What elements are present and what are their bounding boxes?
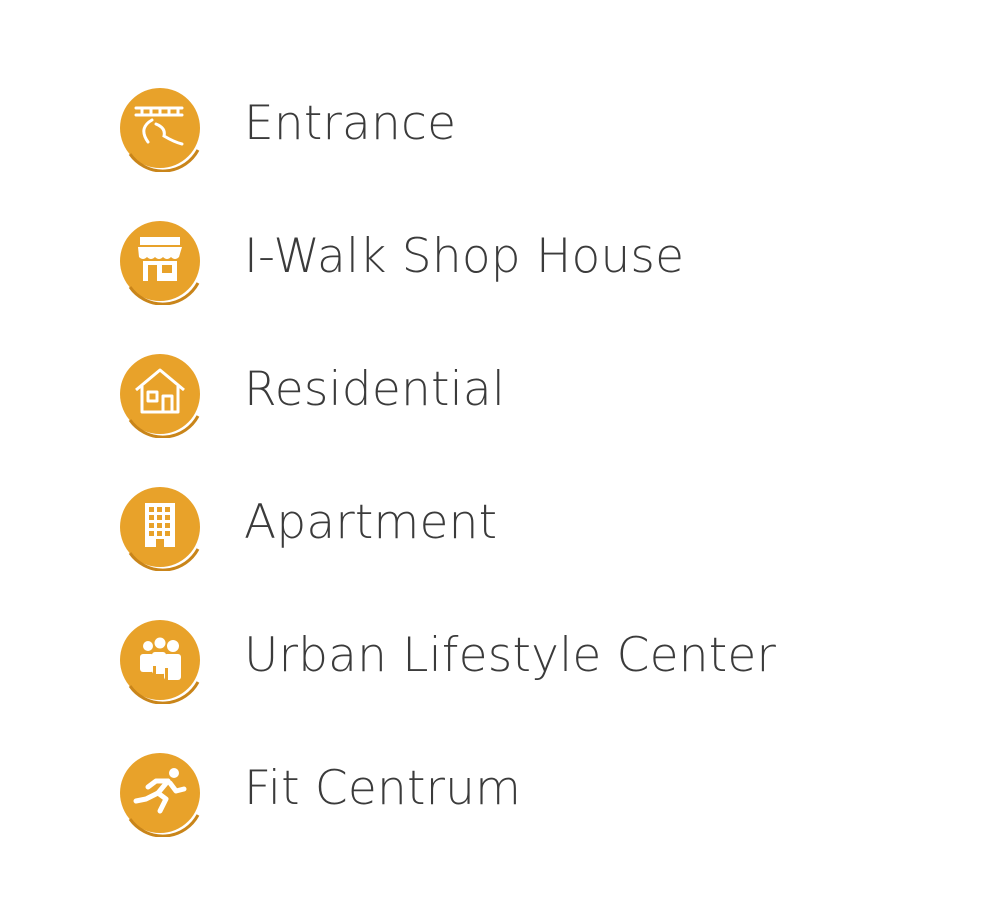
legend-label-shop-house: I-Walk Shop House <box>244 229 685 284</box>
legend-item-shop-house: I-Walk Shop House <box>118 217 878 307</box>
legend-item-entrance: Entrance <box>118 84 878 174</box>
apartment-building-icon <box>118 483 206 571</box>
gate-icon <box>118 84 206 172</box>
legend-label-entrance: Entrance <box>244 96 457 151</box>
legend-label-apartment: Apartment <box>244 495 498 550</box>
runner-icon <box>118 749 206 837</box>
legend-item-apartment: Apartment <box>118 483 878 573</box>
shop-icon <box>118 217 206 305</box>
legend-label-fit-centrum: Fit Centrum <box>244 761 522 816</box>
legend-label-urban-lifestyle-center: Urban Lifestyle Center <box>244 628 777 683</box>
house-icon <box>118 350 206 438</box>
legend-item-urban-lifestyle-center: Urban Lifestyle Center <box>118 616 878 706</box>
legend-item-fit-centrum: Fit Centrum <box>118 749 878 839</box>
people-group-icon <box>118 616 206 704</box>
legend-item-residential: Residential <box>118 350 878 440</box>
legend-label-residential: Residential <box>244 362 506 417</box>
